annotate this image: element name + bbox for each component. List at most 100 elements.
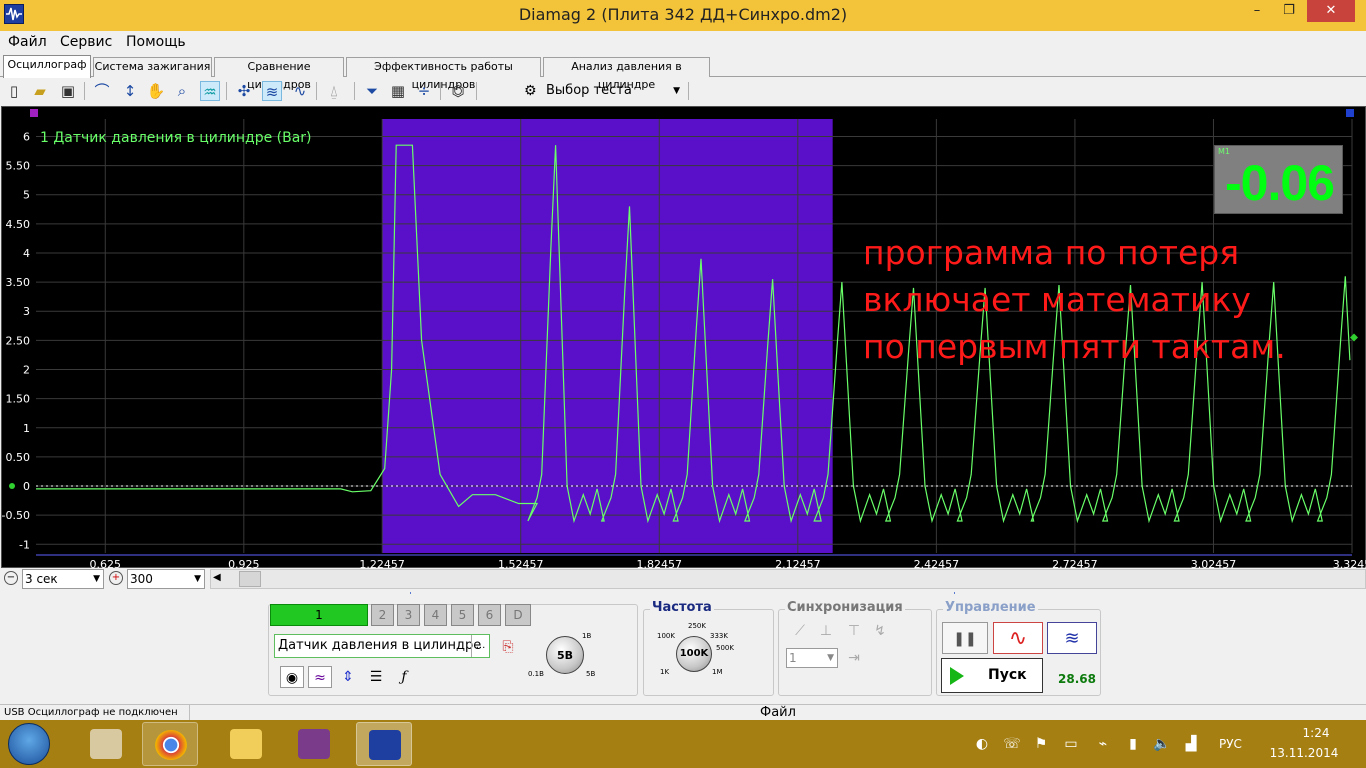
menu-help[interactable]: Помощь	[126, 34, 186, 50]
tab-oscilloscope[interactable]: Осциллограф	[3, 55, 91, 78]
cursor-vertical-icon[interactable]: ↕	[120, 81, 140, 101]
zoom-icon[interactable]: ⌕	[172, 81, 192, 101]
horizontal-scrollbar[interactable]: ◀	[210, 569, 1366, 589]
offset-icon[interactable]: ⇕	[336, 666, 360, 688]
freq-label-1k: 1K	[660, 668, 670, 676]
taskbar-diamag[interactable]	[356, 722, 412, 766]
tray-volume-icon[interactable]: 🔈	[1153, 735, 1171, 753]
open-folder-icon[interactable]: ▰	[30, 81, 50, 101]
taskbar-winrar[interactable]	[286, 722, 342, 766]
winrar-icon	[298, 729, 330, 759]
freq-label-250k: 250K	[688, 622, 706, 630]
channel-4-button[interactable]: 4	[424, 604, 447, 626]
tab-strip: Осциллограф Система зажигания Сравнение …	[0, 55, 1366, 91]
tray-network-globe-icon[interactable]: ◐	[973, 735, 991, 753]
chevron-left-icon[interactable]: ◀	[213, 572, 221, 583]
status-file: Файл	[760, 705, 796, 720]
tab-cylinder-compare[interactable]: Сравнение цилиндров	[214, 57, 344, 91]
zoom-out-button[interactable]: −	[4, 571, 18, 585]
annotation-line: по первым пяти тактам.	[863, 327, 1286, 366]
time-scale-select[interactable]: 3 сек ▼	[22, 569, 104, 589]
taskbar-paint[interactable]	[78, 722, 134, 766]
tab-cylinder-efficiency[interactable]: Эффективность работы цилиндров	[346, 57, 541, 91]
frequency-title: Частота	[650, 600, 714, 615]
tab-pressure-analysis[interactable]: Анализ давления в цилиндре	[543, 57, 710, 91]
frequency-knob[interactable]: 100K	[676, 636, 712, 672]
single-wave-icon[interactable]: ∿	[993, 622, 1043, 654]
reference-line-icon[interactable]: ☰	[364, 666, 388, 688]
filter-icon[interactable]: ≋	[262, 81, 282, 101]
tray-monitor-icon[interactable]: ▭	[1062, 735, 1080, 753]
sample-count-select[interactable]: 300 ▼	[127, 569, 205, 589]
voltage-knob[interactable]: 5В	[546, 636, 584, 674]
channel-6-button[interactable]: 6	[478, 604, 501, 626]
multi-wave-icon[interactable]: ≋	[1047, 622, 1097, 654]
zoom-in-button[interactable]: +	[109, 571, 123, 585]
spectrum-icon[interactable]: ∿	[290, 81, 310, 101]
eye-icon[interactable]: ◉	[280, 666, 304, 688]
time-controls: − 3 сек ▼ + 300 ▼ ◀	[0, 568, 1366, 590]
channel-icon[interactable]: ♒	[200, 81, 220, 101]
sensor-settings-icon[interactable]: ⎘	[496, 636, 520, 658]
y-tick-label: 0.50	[6, 451, 31, 464]
rate-value: 28.68	[1058, 672, 1096, 686]
trigger-filter-icon[interactable]: ⏷	[362, 81, 382, 101]
menu-file[interactable]: Файл	[8, 34, 47, 50]
test-select[interactable]: ⚙ Выбор теста ▼	[518, 80, 684, 102]
channel-1-button[interactable]: 1	[270, 604, 368, 626]
taskbar-explorer[interactable]	[218, 722, 274, 766]
save-icon[interactable]: ▣	[58, 81, 78, 101]
start-button[interactable]: Пуск	[941, 658, 1043, 693]
sync-icon[interactable]: ⍙	[324, 81, 344, 101]
channel-2-button[interactable]: 2	[371, 604, 394, 626]
function-icon[interactable]: ƒ	[392, 666, 416, 688]
channel-d-button[interactable]: D	[505, 604, 531, 626]
taskbar: ◐ ☏ ⚑ ▭ ⌁ ▮ 🔈 ▟ РУС 1:24 13.11.2014	[0, 720, 1366, 768]
start-menu-button[interactable]	[8, 723, 50, 765]
pause-icon[interactable]: ❚❚	[942, 622, 988, 654]
sync-title: Синхронизация	[785, 600, 905, 615]
tray-language[interactable]: РУС	[1219, 737, 1242, 751]
tray-battery-icon[interactable]: ▮	[1124, 735, 1142, 753]
sensor-select[interactable]: Датчик давления в цилиндре ...	[274, 634, 490, 658]
math-icon[interactable]: ✣	[234, 81, 254, 101]
sensor-more-button[interactable]: ...	[471, 635, 489, 657]
sync-rise-icon[interactable]: ⟋	[788, 620, 812, 642]
tray-phone-icon[interactable]: ☏	[1003, 735, 1021, 753]
invert-icon[interactable]: ≈	[308, 666, 332, 688]
channel-5-button[interactable]: 5	[451, 604, 474, 626]
sync-arrows-icon[interactable]: ⇥	[842, 647, 866, 669]
oscilloscope-view[interactable]: 6 5.50 5 4.50 4 3.50 3 2.50 2 1.50 1 0.50 0 -0.50 -1 0.…	[1, 106, 1366, 569]
minimize-button[interactable]: –	[1243, 0, 1271, 22]
play-icon	[950, 667, 964, 685]
tray-signal-icon[interactable]: ▟	[1182, 735, 1200, 753]
zero-marker	[9, 483, 15, 490]
tray-flag-icon[interactable]: ⚑	[1032, 735, 1050, 753]
tab-ignition[interactable]: Система зажигания	[93, 57, 212, 77]
marker-right	[1346, 109, 1354, 117]
maximize-button[interactable]: ❐	[1275, 0, 1303, 22]
channel-3-button[interactable]: 3	[397, 604, 420, 626]
pan-hand-icon[interactable]: ✋	[146, 81, 166, 101]
grid-icon[interactable]: ▦	[388, 81, 408, 101]
new-file-icon[interactable]: ▯	[4, 81, 24, 101]
taskbar-chrome[interactable]	[142, 722, 198, 766]
sync-channel-select[interactable]: 1 ▼	[786, 648, 838, 668]
tray-date[interactable]: 13.11.2014	[1268, 746, 1340, 760]
y-tick-label: 1	[23, 422, 30, 435]
toolbar-separator	[84, 82, 85, 100]
toolbar-separator	[354, 82, 355, 100]
voltage-knob-value: 5В	[556, 649, 574, 662]
sync-up-icon[interactable]: ⊥	[814, 620, 838, 642]
auto-volt-icon[interactable]: ⏣	[448, 81, 468, 101]
sync-down-icon[interactable]: ⊤	[842, 620, 866, 642]
tray-usb-icon[interactable]: ⌁	[1094, 735, 1112, 753]
sync-manual-icon[interactable]: ↯	[868, 620, 892, 642]
split-icon[interactable]: ÷	[414, 81, 434, 101]
scrollbar-thumb[interactable]	[239, 571, 261, 587]
cursor-curve-icon[interactable]: ⌒	[92, 81, 112, 101]
y-tick-label: -0.50	[2, 509, 30, 522]
tray-time[interactable]: 1:24	[1280, 726, 1352, 740]
close-button[interactable]: ✕	[1307, 0, 1355, 22]
menu-service[interactable]: Сервис	[60, 34, 112, 50]
